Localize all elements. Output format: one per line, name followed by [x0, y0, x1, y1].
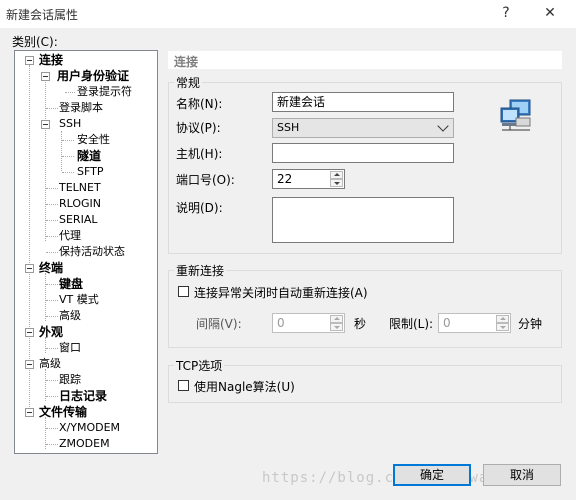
description-textarea[interactable]: [272, 197, 454, 243]
limit-decrement[interactable]: [496, 323, 509, 331]
chevron-down-icon: [437, 120, 449, 132]
limit-stepper[interactable]: 0: [438, 313, 511, 333]
name-input[interactable]: 新建会话: [272, 92, 454, 112]
expand-toggle-file-transfer[interactable]: [25, 408, 34, 417]
tree-item-advanced-root[interactable]: 高级: [39, 357, 61, 371]
limit-increment[interactable]: [496, 315, 509, 323]
general-legend: 常规: [174, 74, 203, 91]
expand-toggle-user-auth[interactable]: [41, 72, 50, 81]
tree-item-security[interactable]: 安全性: [77, 133, 110, 147]
expand-toggle-terminal[interactable]: [25, 264, 34, 273]
tree-item-logging[interactable]: 日志记录: [59, 389, 107, 403]
port-value: 22: [277, 172, 293, 186]
tree-item-trace[interactable]: 跟踪: [59, 373, 81, 387]
protocol-label: 协议(P):: [176, 121, 221, 135]
port-increment[interactable]: [330, 171, 343, 179]
panel-header: 连接: [168, 51, 562, 69]
tree-item-tunnel[interactable]: 隧道: [77, 149, 101, 163]
reconnect-legend: 重新连接: [174, 262, 227, 279]
interval-value: 0: [277, 316, 285, 330]
host-label: 主机(H):: [176, 147, 223, 161]
window-title: 新建会话属性: [6, 8, 79, 22]
expand-toggle-advanced[interactable]: [25, 360, 34, 369]
description-label: 说明(D):: [176, 201, 223, 215]
network-computer-icon: [500, 99, 531, 131]
port-decrement[interactable]: [330, 179, 343, 187]
minutes-label: 分钟: [518, 317, 543, 331]
tree-item-login-script[interactable]: 登录脚本: [59, 101, 103, 115]
tree-item-login-prompt[interactable]: 登录提示符: [77, 85, 132, 99]
tcp-legend: TCP选项: [174, 357, 225, 374]
auto-reconnect-label: 连接异常关闭时自动重新连接(A): [194, 286, 368, 300]
tree-item-appearance[interactable]: 外观: [39, 325, 63, 339]
interval-label: 间隔(V):: [196, 317, 242, 331]
tree-item-file-transfer[interactable]: 文件传输: [39, 405, 87, 419]
seconds-label: 秒: [354, 317, 367, 331]
ok-button[interactable]: 确定: [393, 464, 471, 486]
tree-item-proxy[interactable]: 代理: [59, 229, 81, 243]
expand-toggle-ssh[interactable]: [41, 120, 50, 129]
tree-item-keepalive[interactable]: 保持活动状态: [59, 245, 125, 259]
interval-stepper[interactable]: 0: [272, 313, 345, 333]
tree-item-xymodem[interactable]: X/YMODEM: [59, 421, 120, 435]
limit-label: 限制(L):: [389, 317, 434, 331]
tree-item-telnet[interactable]: TELNET: [59, 181, 101, 195]
nagle-label: 使用Nagle算法(U): [194, 380, 295, 394]
category-label: 类别(C):: [12, 35, 58, 49]
category-tree[interactable]: 连接 用户身份验证 登录提示符 登录脚本 SSH 安全性 隧道 SFTP TEL…: [14, 50, 158, 454]
panel-title: 连接: [174, 55, 199, 69]
tree-item-connection[interactable]: 连接: [39, 53, 63, 67]
tree-item-zmodem[interactable]: ZMODEM: [59, 437, 110, 451]
tree-item-serial[interactable]: SERIAL: [59, 213, 97, 227]
expand-toggle-connection[interactable]: [25, 56, 34, 65]
protocol-select[interactable]: SSH: [272, 118, 454, 138]
cancel-button[interactable]: 取消: [483, 464, 561, 486]
reconnect-group: [168, 270, 562, 348]
tree-item-advanced[interactable]: 高级: [59, 309, 81, 323]
protocol-value: SSH: [277, 121, 300, 134]
interval-increment[interactable]: [330, 315, 343, 323]
tree-item-sftp[interactable]: SFTP: [77, 165, 103, 179]
nagle-checkbox[interactable]: [178, 380, 189, 391]
tree-item-keyboard[interactable]: 键盘: [59, 277, 83, 291]
help-button[interactable]: ?: [492, 2, 520, 24]
expand-toggle-appearance[interactable]: [25, 328, 34, 337]
host-input[interactable]: [272, 143, 454, 163]
interval-decrement[interactable]: [330, 323, 343, 331]
limit-value: 0: [443, 316, 451, 330]
title-bar: 新建会话属性 ? ✕: [0, 0, 576, 28]
port-stepper[interactable]: 22: [272, 169, 345, 189]
tree-item-vt-mode[interactable]: VT 模式: [59, 293, 99, 307]
name-label: 名称(N):: [176, 97, 223, 111]
tree-item-terminal[interactable]: 终端: [39, 261, 63, 275]
close-button[interactable]: ✕: [536, 2, 564, 24]
port-label: 端口号(O):: [176, 173, 235, 187]
tree-item-rlogin[interactable]: RLOGIN: [59, 197, 101, 211]
tree-item-ssh[interactable]: SSH: [59, 117, 81, 131]
tree-item-window[interactable]: 窗口: [59, 341, 81, 355]
tree-item-user-auth[interactable]: 用户身份验证: [57, 69, 129, 83]
auto-reconnect-checkbox[interactable]: [178, 286, 189, 297]
